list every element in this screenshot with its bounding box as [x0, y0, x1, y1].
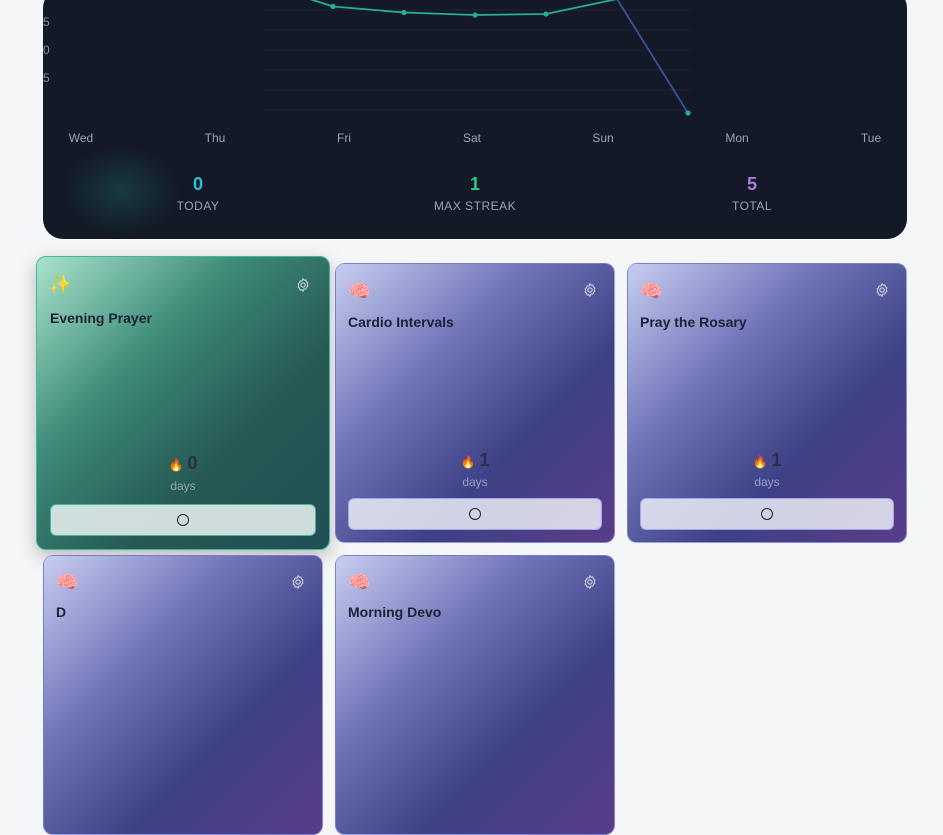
- series-line-blue: [616, 0, 689, 114]
- sparkles-icon: ✨: [49, 274, 72, 294]
- gear-icon[interactable]: [582, 282, 598, 298]
- brain-icon: 🧠: [348, 572, 371, 592]
- gear-icon[interactable]: [295, 277, 311, 293]
- stat-total-label: TOTAL: [731, 199, 773, 213]
- gear-icon[interactable]: [582, 574, 598, 590]
- brain-icon: 🧠: [56, 572, 79, 592]
- stat-max-streak-label: MAX STREAK: [433, 199, 517, 213]
- circle-icon: [177, 514, 189, 526]
- habit-card-cardio-intervals[interactable]: 🧠 Cardio Intervals 🔥 1 days: [335, 263, 615, 543]
- y-tick-label: 0: [43, 43, 50, 57]
- days-label: days: [754, 475, 780, 489]
- habit-title: Evening Prayer: [50, 310, 152, 326]
- x-tick-label: Sun: [592, 131, 614, 145]
- y-tick-label: 5: [43, 15, 50, 29]
- flame-icon: 🔥: [460, 455, 476, 469]
- brain-icon: 🧠: [348, 281, 371, 301]
- data-point: [685, 110, 691, 116]
- streak-count: 🔥 1: [628, 450, 906, 471]
- data-point: [543, 11, 549, 17]
- flame-icon: 🔥: [168, 458, 184, 472]
- stat-total-value: 5: [746, 174, 757, 194]
- series-line-teal: [309, 0, 617, 16]
- habit-title: Pray the Rosary: [640, 314, 747, 330]
- habit-title: Morning Devo: [348, 604, 442, 620]
- habit-card-morning-devo[interactable]: 🧠 Morning Devo: [335, 555, 615, 835]
- mark-done-button[interactable]: [50, 504, 316, 536]
- stat-today-label: TODAY: [176, 199, 220, 213]
- x-tick-label: Tue: [860, 131, 882, 145]
- data-point: [401, 9, 407, 16]
- streak-value: 1: [771, 450, 782, 470]
- flame-icon: 🔥: [752, 455, 768, 469]
- y-tick-label: 5: [43, 71, 50, 85]
- days-label: days: [462, 475, 488, 489]
- habit-card-evening-prayer[interactable]: ✨ Evening Prayer 🔥 0 days: [36, 256, 330, 550]
- stat-total: 5 TOTAL: [672, 174, 832, 213]
- brain-icon: 🧠: [640, 281, 663, 301]
- habit-card-partial-1[interactable]: 🧠 D: [43, 555, 323, 835]
- habit-title: Cardio Intervals: [348, 314, 454, 330]
- habit-card-pray-the-rosary[interactable]: 🧠 Pray the Rosary 🔥 1 days: [627, 263, 907, 543]
- streak-value: 0: [187, 453, 198, 473]
- x-tick-label: Fri: [337, 131, 351, 145]
- stat-max-streak: 1 MAX STREAK: [395, 174, 555, 213]
- gear-icon[interactable]: [874, 282, 890, 298]
- x-tick-label: Thu: [204, 131, 226, 145]
- habit-chart-panel: 5 0 5 Wed Thu Fri Sat Sun Mon Tue 0 TODA…: [43, 0, 907, 239]
- data-point: [472, 12, 478, 18]
- circle-icon: [469, 508, 481, 520]
- x-tick-label: Sat: [462, 131, 482, 145]
- x-tick-label: Wed: [68, 131, 94, 145]
- stat-max-streak-value: 1: [469, 174, 480, 194]
- stat-today: 0 TODAY: [118, 174, 278, 213]
- days-label: days: [170, 479, 196, 493]
- habit-title: D: [56, 604, 67, 620]
- gear-icon[interactable]: [290, 574, 306, 590]
- mark-done-button[interactable]: [640, 498, 894, 530]
- x-tick-label: Mon: [725, 131, 749, 145]
- streak-count: 🔥 1: [336, 450, 614, 471]
- data-point: [330, 3, 336, 10]
- stat-today-value: 0: [192, 174, 203, 194]
- streak-value: 1: [479, 450, 490, 470]
- circle-icon: [761, 508, 773, 520]
- streak-count: 🔥 0: [37, 453, 329, 474]
- mark-done-button[interactable]: [348, 498, 602, 530]
